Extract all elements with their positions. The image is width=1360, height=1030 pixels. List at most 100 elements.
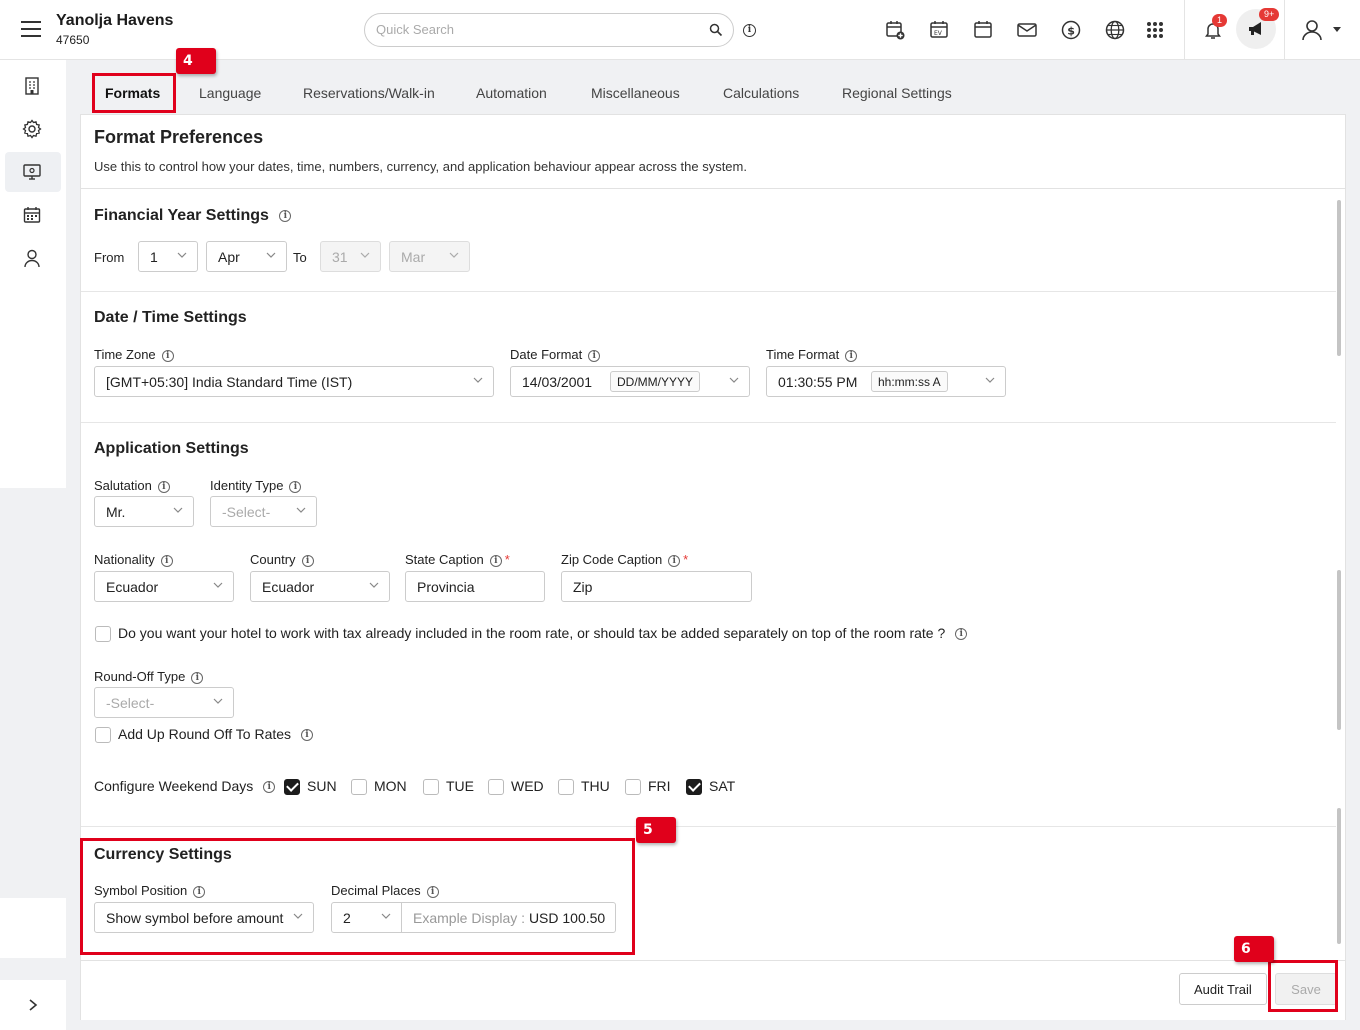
to-label: To	[293, 250, 307, 265]
weekend-fri-checkbox[interactable]	[625, 779, 641, 795]
sidebar-expand-button[interactable]	[0, 980, 66, 1030]
caret-down-icon[interactable]	[1332, 25, 1342, 35]
search-input[interactable]	[376, 22, 696, 37]
weekend-tue-checkbox[interactable]	[423, 779, 439, 795]
page-subtitle: Use this to control how your dates, time…	[94, 159, 747, 174]
chevron-down-icon	[213, 580, 223, 590]
scrollbar-thumb[interactable]	[1337, 570, 1341, 730]
mail-icon[interactable]	[1016, 19, 1038, 41]
info-icon[interactable]: i	[161, 349, 174, 362]
info-icon[interactable]: i	[588, 349, 601, 362]
tab-miscellaneous[interactable]: Miscellaneous	[581, 78, 690, 108]
roundoff-type-label: Round-Off Type i	[94, 669, 204, 684]
roundoff-type-select[interactable]: -Select-	[94, 687, 234, 718]
section-divider	[81, 826, 1336, 827]
search-info-icon[interactable]: i	[743, 24, 756, 37]
scrollbar-thumb[interactable]	[1337, 808, 1341, 944]
info-icon[interactable]: i	[668, 554, 681, 567]
globe-icon[interactable]	[1104, 19, 1126, 41]
section-divider	[81, 422, 1336, 423]
add-roundoff-checkbox[interactable]	[95, 727, 111, 743]
chevron-down-icon	[213, 696, 223, 706]
date-format-label: Date Format i	[510, 347, 601, 362]
info-icon[interactable]: i	[489, 554, 502, 567]
user-icon	[24, 249, 40, 268]
sidebar-item-settings[interactable]	[5, 109, 61, 149]
info-icon[interactable]: i	[160, 554, 173, 567]
info-icon[interactable]: i	[157, 480, 170, 493]
weekend-wed-label: WED	[511, 778, 544, 794]
time-format-select[interactable]: 01:30:55 PM hh:mm:ss A	[766, 366, 1006, 397]
zip-caption-input[interactable]: Zip	[561, 571, 752, 602]
calendar-icon[interactable]	[972, 19, 994, 41]
sidebar-item-calendar[interactable]	[5, 195, 61, 235]
announcement-badge: 9+	[1259, 8, 1280, 21]
add-reservation-icon[interactable]	[884, 19, 906, 41]
megaphone-icon	[1249, 22, 1261, 35]
step-6-marker: 6	[1234, 936, 1274, 962]
currency-icon[interactable]: $	[1060, 19, 1082, 41]
search-icon[interactable]	[709, 23, 723, 37]
card-footer: Audit Trail Save	[81, 960, 1345, 1020]
required-marker: *	[504, 552, 510, 567]
audit-trail-button[interactable]: Audit Trail	[1179, 973, 1267, 1005]
info-icon[interactable]: i	[191, 671, 204, 684]
weekend-sat-checkbox[interactable]	[686, 779, 702, 795]
tax-included-checkbox[interactable]	[95, 626, 111, 642]
application-title: Application Settings	[94, 440, 249, 457]
info-icon[interactable]: i	[279, 209, 292, 222]
chevron-down-icon	[985, 375, 995, 385]
identity-type-select[interactable]: -Select-	[210, 496, 317, 527]
svg-text:$: $	[1067, 24, 1075, 37]
weekend-mon-checkbox[interactable]	[351, 779, 367, 795]
chevron-right-icon	[29, 999, 38, 1011]
salutation-label: Salutation i	[94, 478, 170, 493]
quick-search[interactable]	[364, 13, 734, 47]
sidebar-item-users[interactable]	[5, 238, 61, 278]
info-icon[interactable]: i	[263, 781, 276, 794]
info-icon[interactable]: i	[301, 554, 314, 567]
nationality-select[interactable]: Ecuador	[94, 571, 234, 602]
info-icon[interactable]: i	[289, 480, 302, 493]
tab-regional-settings[interactable]: Regional Settings	[832, 78, 962, 108]
country-select[interactable]: Ecuador	[250, 571, 390, 602]
tab-calculations[interactable]: Calculations	[713, 78, 809, 108]
tab-language[interactable]: Language	[189, 78, 271, 108]
weekend-wed-checkbox[interactable]	[488, 779, 504, 795]
user-avatar-icon[interactable]	[1300, 18, 1324, 42]
section-divider	[81, 291, 1336, 292]
menu-icon[interactable]	[21, 21, 41, 37]
weekend-sun-checkbox[interactable]	[284, 779, 300, 795]
tab-automation[interactable]: Automation	[466, 78, 557, 108]
event-calendar-icon[interactable]: EV	[928, 19, 950, 41]
nationality-label: Nationality i	[94, 552, 173, 567]
chevron-down-icon	[266, 250, 276, 260]
salutation-select[interactable]: Mr.	[94, 496, 194, 527]
apps-grid-icon[interactable]	[1144, 19, 1166, 41]
hotel-id: 47650	[56, 33, 90, 47]
sidebar-gap	[0, 488, 66, 898]
datetime-title: Date / Time Settings	[94, 309, 247, 326]
date-format-select[interactable]: 14/03/2001 DD/MM/YYYY	[510, 366, 750, 397]
sidebar-item-property[interactable]	[5, 66, 61, 106]
info-icon[interactable]: i	[300, 729, 313, 742]
from-month-select[interactable]: Apr	[206, 241, 287, 272]
to-day-select: 31	[320, 241, 381, 272]
from-day-select[interactable]: 1	[138, 241, 198, 272]
chevron-down-icon	[449, 250, 459, 260]
highlight-formats-tab	[92, 73, 176, 113]
timezone-select[interactable]: [GMT+05:30] India Standard Time (IST)	[94, 366, 494, 397]
tab-reservations-walkin[interactable]: Reservations/Walk-in	[293, 78, 445, 108]
weekend-fri-label: FRI	[648, 778, 671, 794]
weekend-thu-label: THU	[581, 778, 610, 794]
info-icon[interactable]: i	[955, 628, 968, 641]
sidebar-item-display[interactable]	[5, 152, 61, 192]
weekend-thu-checkbox[interactable]	[558, 779, 574, 795]
scrollbar-thumb[interactable]	[1337, 200, 1341, 356]
info-icon[interactable]: i	[845, 349, 858, 362]
chevron-down-icon	[369, 580, 379, 590]
state-caption-input[interactable]: Provincia	[405, 571, 545, 602]
step-5-marker: 5	[636, 817, 676, 843]
highlight-save-button	[1268, 960, 1338, 1012]
to-month-select: Mar	[389, 241, 470, 272]
